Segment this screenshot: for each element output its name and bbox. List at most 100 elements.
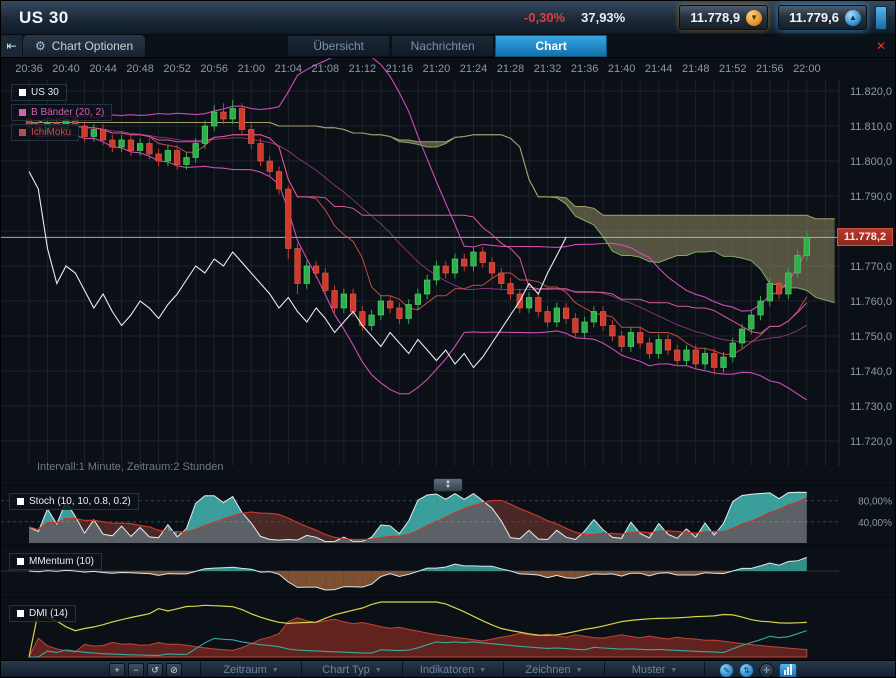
pencil-icon[interactable]: ✎: [719, 663, 734, 678]
chart-style-icon[interactable]: [779, 663, 797, 678]
svg-text:22:00: 22:00: [793, 63, 821, 75]
menu-label: Zeitraum: [223, 664, 266, 676]
svg-text:20:48: 20:48: [126, 63, 154, 75]
dmi-label[interactable]: DMI (14): [9, 605, 76, 622]
svg-text:11.720,0: 11.720,0: [850, 436, 892, 448]
series-swatch-icon: [19, 89, 26, 96]
series-swatch-icon: [17, 498, 24, 505]
trading-chart-window: US 30 -0,30% 37,93% 11.778,9 ▼ 11.779,6 …: [0, 0, 896, 678]
legend-item-ichimoku[interactable]: IchiMoku: [11, 124, 79, 141]
svg-text:11.750,0: 11.750,0: [850, 331, 892, 343]
price-chart-canvas[interactable]: 20:3620:4020:4420:4820:5220:5621:0021:04…: [1, 58, 896, 485]
svg-text:21:48: 21:48: [682, 63, 710, 75]
svg-text:11.820,0: 11.820,0: [850, 86, 892, 98]
legend-label: US 30: [31, 87, 59, 98]
menu-muster[interactable]: Muster▼: [604, 661, 705, 678]
svg-text:11.790,0: 11.790,0: [850, 191, 892, 203]
svg-text:21:20: 21:20: [423, 63, 451, 75]
indicator-name: Stoch (10, 10, 0.8, 0.2): [29, 496, 131, 507]
svg-text:21:40: 21:40: [608, 63, 636, 75]
close-icon[interactable]: ✕: [871, 35, 891, 57]
instrument-title: US 30: [19, 8, 69, 28]
series-swatch-icon: [19, 109, 26, 116]
undo-icon[interactable]: ↺: [147, 663, 163, 677]
svg-text:20:44: 20:44: [89, 63, 117, 75]
legend-item-us30[interactable]: US 30: [11, 84, 67, 101]
svg-text:21:28: 21:28: [497, 63, 525, 75]
chevron-down-icon: ▼: [375, 667, 382, 674]
crosshair-icon[interactable]: ✛: [759, 663, 774, 678]
indicator-name: DMI (14): [29, 608, 68, 619]
svg-text:21:16: 21:16: [386, 63, 414, 75]
svg-text:20:40: 20:40: [52, 63, 80, 75]
sell-price-button[interactable]: 11.778,9 ▼: [679, 5, 768, 30]
menu-indikatoren[interactable]: Indikatoren ▼: [402, 661, 503, 678]
series-swatch-icon: [19, 129, 26, 136]
tab-chart[interactable]: Chart: [495, 35, 607, 57]
legend-label: IchiMoku: [31, 127, 71, 138]
buy-price-button[interactable]: 11.779,6 ▲: [778, 5, 867, 30]
stochastic-panel: ▲▼ 80,00%40,00% Stoch (10, 10, 0.8, 0.2): [1, 485, 895, 545]
dmi-canvas[interactable]: [1, 598, 896, 660]
header-edge-button[interactable]: [875, 6, 887, 30]
panel-collapse-handle[interactable]: ▲▼: [433, 478, 463, 492]
interval-note: Intervall:1 Minute, Zeitraum:2 Stunden: [37, 461, 223, 473]
series-swatch-icon: [17, 558, 24, 565]
menu-zeichnen[interactable]: Zeichnen▼: [503, 661, 604, 678]
tab-bar: ⇤ ⚙ Chart Optionen Übersicht Nachrichten…: [1, 35, 895, 58]
svg-text:11.770,0: 11.770,0: [850, 261, 892, 273]
svg-text:11.730,0: 11.730,0: [850, 401, 892, 413]
svg-text:40,00%: 40,00%: [858, 518, 892, 529]
svg-text:21:08: 21:08: [312, 63, 340, 75]
indicator-name: MMentum (10): [29, 556, 94, 567]
svg-text:21:44: 21:44: [645, 63, 673, 75]
svg-text:11.810,0: 11.810,0: [850, 121, 892, 133]
chevron-down-icon: ▼: [479, 667, 486, 674]
legend-item-bbands[interactable]: B Bänder (20, 2): [11, 104, 112, 121]
svg-text:11.800,0: 11.800,0: [850, 156, 892, 168]
header: US 30 -0,30% 37,93% 11.778,9 ▼ 11.779,6 …: [1, 1, 895, 35]
zoom-out-button[interactable]: −: [128, 663, 144, 677]
menu-zeitraum[interactable]: Zeitraum ▼: [200, 661, 301, 678]
momentum-panel: MMentum (10): [1, 545, 895, 597]
svg-text:20:36: 20:36: [15, 63, 43, 75]
svg-text:21:24: 21:24: [460, 63, 488, 75]
tab-nachrichten[interactable]: Nachrichten: [391, 35, 494, 57]
svg-text:21:04: 21:04: [275, 63, 303, 75]
change-percent: -0,30%: [524, 10, 565, 25]
svg-text:21:36: 21:36: [571, 63, 599, 75]
right-tools: ✎ ⇅ ✛: [719, 663, 797, 678]
chart-options-label: Chart Optionen: [52, 39, 133, 53]
chevron-down-icon: ▼: [272, 667, 279, 674]
menu-label: Indikatoren: [420, 664, 474, 676]
sell-price-value: 11.778,9: [690, 10, 740, 25]
zoom-tools: + − ↺ ⊘: [109, 663, 182, 677]
svg-text:21:00: 21:00: [237, 63, 265, 75]
series-swatch-icon: [17, 610, 24, 617]
tab-uebersicht[interactable]: Übersicht: [287, 35, 390, 57]
svg-text:21:56: 21:56: [756, 63, 784, 75]
arrows-icon[interactable]: ⇅: [739, 663, 754, 678]
disable-icon[interactable]: ⊘: [166, 663, 182, 677]
toolbar-menus: Zeitraum ▼ Chart Typ▼ Indikatoren ▼ Zeichn…: [200, 661, 705, 678]
chevron-down-icon: ▼: [670, 667, 677, 674]
stochastic-label[interactable]: Stoch (10, 10, 0.8, 0.2): [9, 493, 139, 510]
current-price-tag: 11.778,2: [837, 228, 893, 246]
svg-text:21:52: 21:52: [719, 63, 747, 75]
collapse-left-icon[interactable]: ⇤: [1, 35, 23, 57]
svg-text:11.740,0: 11.740,0: [850, 366, 892, 378]
svg-text:80,00%: 80,00%: [858, 497, 892, 508]
momentum-label[interactable]: MMentum (10): [9, 553, 102, 570]
chevron-down-icon: ▼: [576, 667, 583, 674]
svg-text:21:12: 21:12: [349, 63, 377, 75]
buy-price-value: 11.779,6: [789, 10, 839, 25]
svg-text:20:52: 20:52: [163, 63, 191, 75]
secondary-percent: 37,93%: [581, 10, 625, 25]
bottom-toolbar: + − ↺ ⊘ Zeitraum ▼ Chart Typ▼ Indikatoren…: [1, 660, 895, 678]
chart-legend: US 30 B Bänder (20, 2) IchiMoku: [11, 84, 112, 144]
momentum-canvas[interactable]: [1, 546, 896, 597]
arrow-down-icon: ▼: [746, 10, 762, 26]
zoom-in-button[interactable]: +: [109, 663, 125, 677]
menu-chart-typ[interactable]: Chart Typ▼: [301, 661, 402, 678]
chart-options-button[interactable]: ⚙ Chart Optionen: [23, 35, 145, 57]
